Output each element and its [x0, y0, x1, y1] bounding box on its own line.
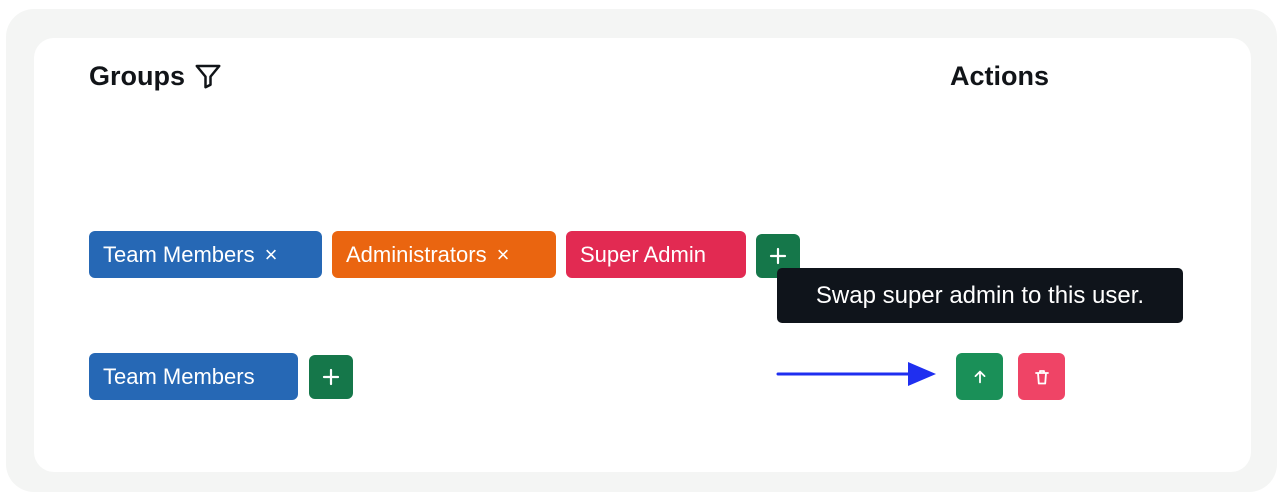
group-tag-label: Team Members [103, 241, 255, 267]
add-group-button[interactable] [309, 355, 353, 399]
remove-tag-icon[interactable]: × [265, 242, 278, 268]
filter-icon[interactable] [193, 61, 223, 91]
delete-user-button[interactable] [1018, 353, 1065, 400]
trash-icon [1034, 369, 1049, 384]
groups-column-header: Groups [89, 60, 223, 92]
group-tag-label: Super Admin [580, 241, 706, 267]
group-tag-team-members[interactable]: Team Members [89, 353, 298, 400]
arrow-right-icon [776, 362, 936, 386]
group-tag-label: Team Members [103, 363, 255, 389]
group-tag-team-members[interactable]: Team Members × [89, 231, 322, 278]
plus-icon [769, 247, 787, 265]
plus-icon [322, 368, 340, 386]
group-tag-label: Administrators [346, 241, 487, 267]
group-tag-super-admin[interactable]: Super Admin [566, 231, 746, 278]
actions-column-header: Actions [950, 61, 1050, 91]
groups-header-label: Groups [89, 61, 186, 91]
remove-tag-icon[interactable]: × [497, 242, 510, 268]
swap-super-admin-button[interactable] [956, 353, 1003, 400]
group-tag-administrators[interactable]: Administrators × [332, 231, 556, 278]
swap-super-admin-tooltip: Swap super admin to this user. [777, 268, 1183, 323]
arrow-up-icon [974, 370, 985, 383]
